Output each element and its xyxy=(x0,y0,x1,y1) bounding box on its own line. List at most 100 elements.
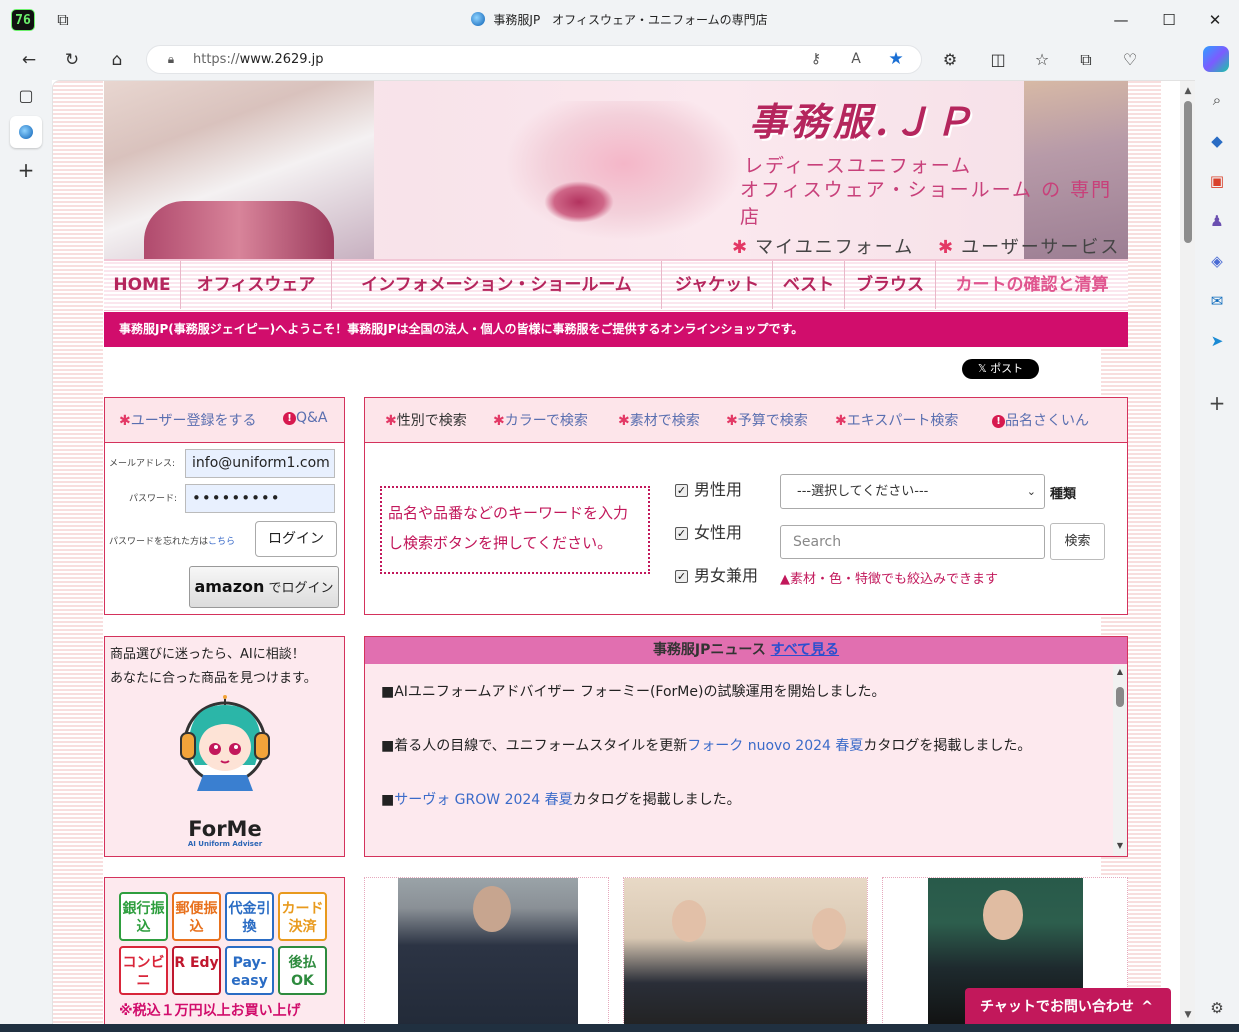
search-panel: ✱性別で検索 ✱カラーで検索 ✱素材で検索 ✱予算で検索 ✱エキスパート検索 !… xyxy=(364,397,1128,615)
news-scroll-thumb[interactable] xyxy=(1116,687,1124,707)
product-card[interactable] xyxy=(623,877,868,1024)
split-screen-icon[interactable]: ◫ xyxy=(984,46,1012,74)
close-button[interactable]: ✕ xyxy=(1192,0,1238,40)
news-item-link[interactable]: フォーク nuovo 2024 春夏 xyxy=(687,738,863,754)
search-input[interactable]: Search xyxy=(780,525,1045,559)
narrow-down-note[interactable]: ▲素材・色・特徴でも絞込みできます xyxy=(780,568,998,587)
menu-office-wear[interactable]: オフィスウェア xyxy=(181,261,332,309)
tab-expert-search[interactable]: ✱エキスパート検索 xyxy=(835,410,958,430)
menu-blouse[interactable]: ブラウス xyxy=(845,261,936,309)
category-select[interactable]: ---選択してください--- ⌄ xyxy=(780,474,1045,509)
check-icon[interactable]: ✓ xyxy=(675,484,688,497)
tab-gender-search[interactable]: ✱性別で検索 xyxy=(385,410,467,430)
settings-gear-icon[interactable]: ⚙ xyxy=(1204,995,1230,1021)
password-label: パスワード: xyxy=(129,494,178,504)
scroll-up-icon[interactable]: ▲ xyxy=(1113,667,1127,676)
login-button[interactable]: ログイン xyxy=(255,521,337,557)
chat-button[interactable]: チャットでお問い合わせ ^ xyxy=(965,988,1171,1024)
tab-label: 性別で検索 xyxy=(396,413,467,429)
games-icon[interactable]: ♟ xyxy=(1204,208,1230,234)
scroll-up-icon[interactable]: ▲ xyxy=(1180,83,1195,99)
asterisk-icon: ✱ xyxy=(732,237,750,258)
amazon-login-label: でログイン xyxy=(268,581,334,596)
menu-jacket[interactable]: ジャケット xyxy=(662,261,773,309)
outlook-icon[interactable]: ✉ xyxy=(1204,288,1230,314)
check-icon[interactable]: ✓ xyxy=(675,527,688,540)
forgot-password-text: パスワードを忘れた方は xyxy=(109,537,209,547)
shopping-tag-icon[interactable]: ◆ xyxy=(1204,128,1230,154)
tab-color-search[interactable]: ✱カラーで検索 xyxy=(493,410,588,430)
taskbar xyxy=(0,1024,1239,1032)
send-icon[interactable]: ➤ xyxy=(1204,328,1230,354)
x-post-button[interactable]: 𝕏 ポスト xyxy=(962,359,1039,379)
welcome-banner: 事務服JP(事務服ジェイピー)へようこそ！事務服JPは全国の法人・個人の皆様に事… xyxy=(104,312,1128,347)
collections-icon[interactable]: ⧉ xyxy=(1072,46,1100,74)
search-button[interactable]: 検索 xyxy=(1050,523,1105,560)
news-item-text: ■AIユニフォームアドバイザー フォーミー(ForMe)の試験運用を開始しました… xyxy=(381,684,886,700)
extensions-icon[interactable]: ⚙ xyxy=(936,46,964,74)
password-field[interactable]: ••••••••• xyxy=(185,484,335,513)
news-see-all-link[interactable]: すべて見る xyxy=(771,642,839,658)
back-icon[interactable]: ← xyxy=(15,46,43,74)
menu-information-showroom[interactable]: インフォメーション・ショールーム xyxy=(332,261,662,309)
site-favicon-icon xyxy=(471,12,486,26)
tools-icon[interactable]: ▣ xyxy=(1204,168,1230,194)
asterisk-icon: ✱ xyxy=(938,237,956,258)
lock-icon[interactable]: 🔒︎ xyxy=(162,50,180,68)
menu-home[interactable]: HOME xyxy=(104,261,181,309)
page-scroll-thumb[interactable] xyxy=(1184,101,1192,243)
asterisk-icon: ✱ xyxy=(385,413,397,429)
tab-material-search[interactable]: ✱素材で検索 xyxy=(618,410,700,430)
site-logo[interactable]: 事務服.ＪＰ xyxy=(749,91,976,146)
keyword-hint: 品名や品番などのキーワードを入力し検索ボタンを押してください。 xyxy=(380,486,650,574)
amazon-login-button[interactable]: amazon でログイン xyxy=(189,566,339,608)
url-text[interactable]: https://www.2629.jp xyxy=(193,45,324,74)
my-uniform-link[interactable]: ✱ マイユニフォーム xyxy=(732,233,914,259)
tagline-1: レディースユニフォーム xyxy=(744,155,973,177)
news-list[interactable]: ■AIユニフォームアドバイザー フォーミー(ForMe)の試験運用を開始しました… xyxy=(365,665,1113,856)
home-icon[interactable]: ⌂ xyxy=(103,46,131,74)
tab-label: 素材で検索 xyxy=(629,413,700,429)
key-icon[interactable]: ⚷ xyxy=(806,49,826,69)
user-service-link[interactable]: ✱ ユーザーサービス xyxy=(938,233,1120,259)
asterisk-icon: ✱ xyxy=(726,413,738,429)
menu-vest[interactable]: ベスト xyxy=(773,261,845,309)
forgot-password-link[interactable]: こちら xyxy=(208,537,235,547)
search-icon[interactable]: ⌕ xyxy=(1204,87,1230,113)
copilot-icon[interactable] xyxy=(1203,46,1229,72)
scroll-down-icon[interactable]: ▼ xyxy=(1180,1007,1195,1023)
tab-actions-icon[interactable]: ▢ xyxy=(12,82,40,110)
news-item: ■着る人の目線で、ユニフォームスタイルを更新フォーク nuovo 2024 春夏… xyxy=(381,733,1097,759)
minimize-button[interactable]: — xyxy=(1098,0,1144,40)
menu-cart[interactable]: カートの確認と清算 xyxy=(936,261,1128,309)
tab-label: 予算で検索 xyxy=(737,413,808,429)
window-title: 事務服JP オフィスウェア・ユニフォームの専門店 xyxy=(0,0,1239,40)
gender-female-checkbox[interactable]: ✓ 女性用 xyxy=(675,519,742,543)
payment-method-badge: 後払OK xyxy=(278,946,327,995)
read-aloud-icon[interactable]: A xyxy=(846,49,866,69)
browser-essentials-icon[interactable]: ♡ xyxy=(1116,46,1144,74)
product-image[interactable] xyxy=(624,878,867,1024)
favorites-icon[interactable]: ☆ xyxy=(1028,46,1056,74)
refresh-icon[interactable]: ↻ xyxy=(58,46,86,74)
news-item-link[interactable]: サーヴォ GROW 2024 春夏 xyxy=(394,792,572,808)
tab-budget-search[interactable]: ✱予算で検索 xyxy=(726,410,808,430)
add-sidebar-icon[interactable]: + xyxy=(1204,390,1230,416)
tab-product-index[interactable]: ! 品名さくいん xyxy=(992,410,1089,430)
register-link[interactable]: ✱ユーザー登録をする xyxy=(119,410,256,430)
product-card[interactable] xyxy=(364,877,609,1024)
new-tab-icon[interactable]: + xyxy=(12,156,40,184)
microsoft365-icon[interactable]: ◈ xyxy=(1204,248,1230,274)
banner-ribbon xyxy=(144,201,334,259)
gender-male-checkbox[interactable]: ✓ 男性用 xyxy=(675,476,742,500)
ai-advisor-panel[interactable]: 商品選びに迷ったら、AIに相談！ あなたに合った商品を見つけます。 ForMe A… xyxy=(104,636,345,857)
gender-unisex-checkbox[interactable]: ✓ 男女兼用 xyxy=(675,562,758,586)
check-icon[interactable]: ✓ xyxy=(675,570,688,583)
email-field[interactable]: info@uniform1.com xyxy=(185,449,335,478)
maximize-button[interactable]: ☐ xyxy=(1146,0,1192,40)
favorite-star-icon[interactable]: ★ xyxy=(886,49,906,69)
scroll-down-icon[interactable]: ▼ xyxy=(1113,841,1127,850)
qa-link[interactable]: ! Q&A xyxy=(283,410,328,426)
site-tab-icon[interactable] xyxy=(12,118,40,146)
site-banner[interactable]: 事務服.ＪＰ レディースユニフォーム オフィスウェア・ショールーム の 専門店 … xyxy=(104,81,1128,259)
